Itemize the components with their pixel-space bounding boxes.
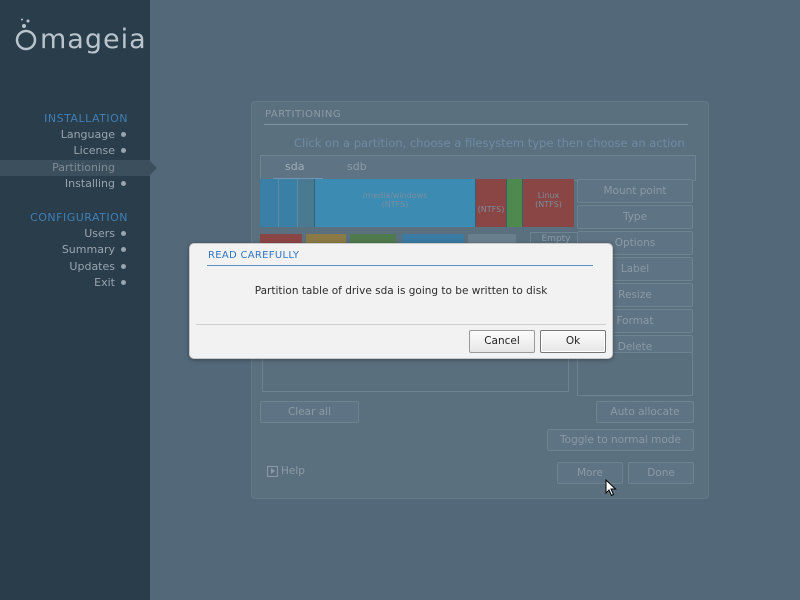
section-installation: INSTALLATION: [44, 112, 128, 125]
dialog-title-divider: [207, 265, 593, 266]
cancel-button[interactable]: Cancel: [469, 330, 535, 353]
tab-sdb[interactable]: sdb: [347, 160, 367, 173]
sidebar-item-label: Language: [60, 128, 115, 141]
dialog-title: READ CAREFULLY: [208, 250, 300, 261]
bullet-icon: [121, 148, 126, 153]
sidebar-item-updates: Updates: [0, 259, 150, 275]
partition-label: /media/windows (NTFS): [362, 191, 428, 209]
dialog-separator: [196, 324, 606, 325]
type-button[interactable]: Type: [577, 205, 693, 229]
done-button[interactable]: Done: [628, 462, 694, 484]
mouse-cursor-icon: [605, 479, 617, 497]
partition-label: (NTFS): [477, 205, 505, 214]
sidebar-item-license: License: [0, 143, 150, 159]
bullet-icon: [121, 280, 126, 285]
mount-point-button[interactable]: Mount point: [577, 179, 693, 203]
sidebar-item-label: Users: [84, 227, 115, 240]
bullet-icon: [121, 247, 126, 252]
sidebar: mageia INSTALLATION Language License Par…: [0, 0, 157, 600]
sidebar-item-label: Installing: [64, 177, 115, 190]
dialog-message: Partition table of drive sda is going to…: [254, 285, 548, 297]
partition-segment[interactable]: [260, 179, 279, 227]
sidebar-item-label: Updates: [69, 260, 115, 273]
panel-title: PARTITIONING: [265, 109, 342, 120]
active-arrow-icon: [149, 160, 157, 176]
partition-segment[interactable]: [279, 179, 298, 227]
help-link[interactable]: Help: [281, 465, 305, 477]
sidebar-item-users: Users: [0, 226, 150, 242]
partition-windows[interactable]: /media/windows (NTFS): [315, 179, 475, 227]
section-configuration: CONFIGURATION: [30, 211, 128, 224]
clear-all-button[interactable]: Clear all: [260, 401, 359, 423]
tab-sda[interactable]: sda: [285, 160, 304, 173]
sidebar-item-partitioning: Partitioning: [0, 160, 157, 176]
partition-linux[interactable]: Linux (NTFS): [523, 179, 574, 227]
logo-text: mageia: [40, 24, 147, 55]
drive-tabs: sda sdb: [260, 155, 696, 181]
ok-button[interactable]: Ok: [540, 330, 606, 353]
bullet-icon: [121, 264, 126, 269]
bullet-icon: [121, 181, 126, 186]
sidebar-item-label: Exit: [94, 276, 115, 289]
partition-segment[interactable]: [507, 179, 522, 227]
sidebar-item-language: Language: [0, 127, 150, 143]
toggle-mode-button[interactable]: Toggle to normal mode: [547, 429, 694, 451]
sidebar-item-summary: Summary: [0, 242, 150, 258]
sidebar-item-label: Summary: [61, 243, 115, 256]
sidebar-item-label: License: [73, 144, 115, 157]
title-divider: [264, 124, 688, 125]
sidebar-item-installing: Installing: [0, 176, 150, 192]
auto-allocate-button[interactable]: Auto allocate: [596, 401, 694, 423]
sidebar-item-exit: Exit: [0, 275, 150, 291]
help-icon[interactable]: [267, 466, 278, 477]
bullet-icon: [121, 132, 126, 137]
partition-segment[interactable]: [298, 179, 314, 227]
partition-ntfs[interactable]: (NTFS): [476, 179, 506, 227]
partition-label: Linux (NTFS): [535, 191, 562, 209]
mageia-logo: mageia: [14, 18, 147, 58]
sidebar-item-label: Partitioning: [52, 161, 115, 174]
mageia-logo-icon: [15, 18, 37, 51]
partition-map: /media/windows (NTFS) (NTFS) Linux (NTFS…: [260, 179, 574, 227]
bullet-icon: [121, 231, 126, 236]
read-carefully-dialog: READ CAREFULLY Partition table of drive …: [189, 243, 613, 359]
instruction-text: Click on a partition, choose a filesyste…: [294, 136, 685, 150]
